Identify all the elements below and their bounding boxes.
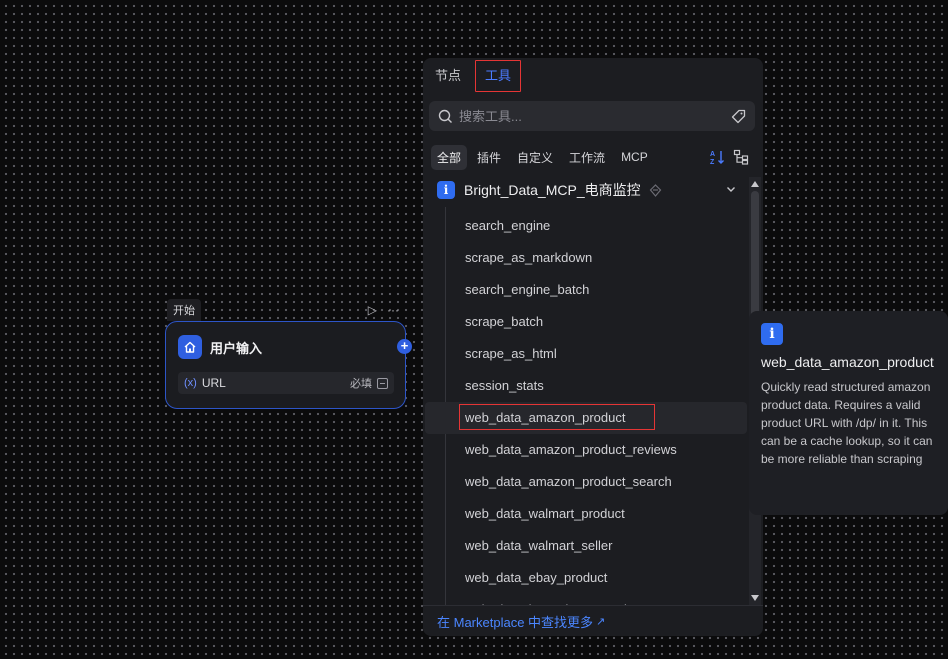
tool-group-name: Bright_Data_MCP_电商监控	[464, 182, 641, 198]
start-node-tag: 开始	[167, 299, 201, 321]
tool-item[interactable]: web_data_homedepot_products	[425, 594, 747, 605]
filter-all[interactable]: 全部	[431, 144, 468, 170]
external-link-icon: ↗	[596, 615, 606, 628]
node-actions: ▷ ···	[368, 304, 405, 316]
tool-item[interactable]: scrape_as_html	[425, 338, 747, 370]
tool-item[interactable]: web_data_amazon_product_reviews	[425, 434, 747, 466]
filter-tools: AZ	[709, 149, 753, 165]
tool-item[interactable]: scrape_batch	[425, 306, 747, 338]
info-icon: i	[437, 181, 455, 199]
tree-view-icon[interactable]	[733, 149, 749, 165]
add-node-icon[interactable]: +	[397, 339, 412, 354]
tab-tools[interactable]: 工具	[473, 58, 523, 94]
home-icon	[178, 335, 202, 359]
tooltip-description: Quickly read structured amazon product d…	[761, 380, 933, 466]
start-node-title-row: 用户输入	[178, 335, 262, 359]
info-icon: i	[761, 323, 783, 345]
more-icon[interactable]: ···	[387, 304, 399, 316]
run-icon[interactable]: ▷	[368, 304, 377, 316]
marketplace-link-label: 在 Marketplace 中查找更多	[437, 614, 594, 630]
required-label: 必填	[350, 378, 372, 390]
tool-item[interactable]: session_stats	[425, 370, 747, 402]
field-type-icon	[377, 377, 388, 389]
tool-item-label: web_data_amazon_product	[465, 410, 626, 425]
start-node-header: 开始 ▷ ···	[167, 299, 405, 321]
tool-search	[429, 101, 755, 131]
tool-group-header[interactable]: i Bright_Data_MCP_电商监控	[423, 177, 747, 203]
tool-item[interactable]: search_engine	[425, 210, 747, 242]
tool-item[interactable]: web_data_amazon_product_search	[425, 466, 747, 498]
tool-item[interactable]: web_data_walmart_product	[425, 498, 747, 530]
search-icon	[438, 109, 452, 123]
url-input-variable[interactable]: (x) URL 必填	[178, 372, 394, 394]
mcp-tag-icon	[649, 183, 661, 197]
tooltip-title: web_data_amazon_product	[761, 354, 934, 370]
variable-icon: (x)	[184, 377, 197, 389]
filter-mcp[interactable]: MCP	[615, 146, 654, 168]
tool-item-selected[interactable]: web_data_amazon_product	[425, 402, 747, 434]
variable-name: URL	[201, 376, 226, 390]
tool-item[interactable]: scrape_as_markdown	[425, 242, 747, 274]
tool-panel: 节点 工具 全部 插件 自定义 工作流 MCP AZ i Bright_Data…	[423, 58, 763, 636]
filter-plugins[interactable]: 插件	[471, 145, 507, 170]
filter-workflow[interactable]: 工作流	[563, 145, 611, 170]
tag-icon[interactable]	[731, 109, 746, 124]
tool-item[interactable]: web_data_walmart_seller	[425, 530, 747, 562]
panel-tabs: 节点 工具	[423, 58, 523, 94]
tool-list: i Bright_Data_MCP_电商监控 search_engine scr…	[423, 177, 747, 605]
tool-item[interactable]: web_data_ebay_product	[425, 562, 747, 594]
chevron-down-icon[interactable]	[725, 183, 737, 195]
marketplace-link[interactable]: 在 Marketplace 中查找更多 ↗	[423, 605, 763, 636]
filter-custom[interactable]: 自定义	[511, 145, 559, 170]
filter-chips: 全部 插件 自定义 工作流 MCP AZ	[431, 144, 753, 170]
svg-text:A: A	[710, 151, 715, 158]
tool-tooltip: i web_data_amazon_product Quickly read s…	[749, 311, 948, 515]
sort-icon[interactable]: AZ	[709, 149, 725, 165]
start-node-title: 用户输入	[210, 340, 263, 356]
scroll-down-icon[interactable]	[751, 595, 759, 601]
tab-nodes[interactable]: 节点	[423, 58, 473, 94]
svg-text:Z: Z	[710, 159, 715, 165]
tool-item[interactable]: search_engine_batch	[425, 274, 747, 306]
scroll-up-icon[interactable]	[751, 181, 759, 187]
search-input[interactable]	[459, 108, 731, 124]
start-node[interactable]: 用户输入 (x) URL 必填	[165, 321, 406, 409]
